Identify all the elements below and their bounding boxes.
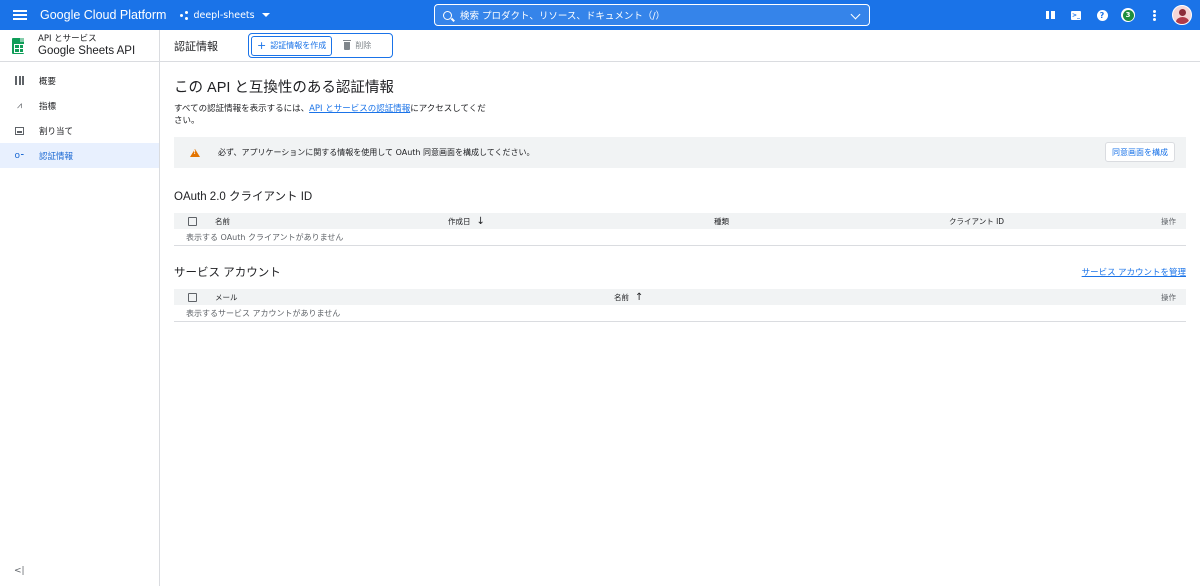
top-app-bar: Google Cloud Platform deepl-sheets 検索 プロ… — [0, 0, 1200, 30]
more-options-icon[interactable] — [1146, 7, 1162, 23]
delete-label: 削除 — [355, 41, 372, 50]
warning-banner: 必ず、アプリケーションに関する情報を使用して OAuth 同意画面を構成してくだ… — [174, 137, 1186, 168]
sort-up-icon: ↑ — [635, 292, 644, 303]
select-all-checkbox[interactable] — [188, 292, 197, 302]
search-input[interactable]: 検索 プロダクト、リソース、ドキュメント（/） — [434, 4, 870, 26]
desc-text-pre: すべての認証情報を表示するには、 — [174, 104, 310, 114]
sort-down-icon: ↓ — [476, 216, 485, 227]
cloud-shell-icon[interactable]: >_ — [1068, 7, 1084, 23]
column-email[interactable]: メール — [215, 292, 238, 303]
warning-icon — [190, 148, 200, 157]
collapse-sidebar-icon[interactable]: <| — [14, 566, 25, 576]
select-all-checkbox[interactable] — [188, 216, 197, 226]
warning-text: 必ず、アプリケーションに関する情報を使用して OAuth 同意画面を構成してくだ… — [218, 148, 535, 157]
api-category: API とサービス — [38, 33, 97, 44]
api-name: Google Sheets API — [38, 44, 136, 57]
manage-service-accounts-link[interactable]: サービス アカウントを管理 — [1082, 266, 1186, 278]
trash-icon — [343, 39, 352, 50]
dashboard-icon — [14, 76, 25, 85]
create-credentials-label: 認証情報を作成 — [270, 41, 327, 50]
table-empty-message: 表示する OAuth クライアントがありません — [174, 229, 1186, 246]
search-expand-icon[interactable] — [850, 9, 861, 20]
sidebar-item-label: 指標 — [39, 101, 57, 112]
configure-consent-button[interactable]: 同意画面を構成 — [1105, 142, 1175, 162]
menu-icon[interactable] — [0, 0, 40, 30]
help-icon[interactable]: ? — [1094, 7, 1110, 23]
avatar[interactable] — [1172, 5, 1192, 25]
create-credentials-button[interactable]: + 認証情報を作成 — [251, 35, 333, 56]
table-header: 名前 作成日 ↓ 種類 クライアント ID 操作 — [174, 213, 1186, 229]
service-account-table: メール 名前 ↑ 操作 表示するサービス アカウントがありません — [174, 289, 1186, 322]
gift-icon[interactable] — [1042, 7, 1058, 23]
api-header: API とサービス Google Sheets API — [0, 30, 159, 62]
header-actions: + 認証情報を作成 削除 — [248, 33, 393, 58]
service-title-text: サービス アカウント — [174, 267, 281, 279]
column-client-id[interactable]: クライアント ID — [949, 216, 1004, 227]
sidebar: API とサービス Google Sheets API 概要 ⩘ 指標 割り当て… — [0, 30, 160, 586]
metrics-icon: ⩘ — [16, 100, 23, 111]
oauth-table: 名前 作成日 ↓ 種類 クライアント ID 操作 表示する OAuth クライアン… — [174, 213, 1186, 246]
service-account-section-title: サービス アカウント サービス アカウントを管理 — [174, 264, 1186, 280]
page-header: 認証情報 + 認証情報を作成 削除 — [160, 30, 1200, 62]
sidebar-item-label: 割り当て — [39, 126, 74, 137]
sidebar-item-metrics[interactable]: ⩘ 指標 — [0, 93, 159, 118]
sidebar-item-credentials[interactable]: o⁃ 認証情報 — [0, 143, 159, 168]
column-actions: 操作 — [1161, 293, 1176, 302]
main-content: この API と互換性のある認証情報 すべての認証情報を表示するには、API と… — [174, 62, 1186, 322]
delete-button[interactable]: 削除 — [343, 39, 372, 51]
column-name[interactable]: 名前 ↑ — [614, 292, 643, 303]
credentials-link[interactable]: API とサービスの認証情報 — [309, 104, 410, 114]
plus-icon: + — [257, 39, 267, 52]
column-actions: 操作 — [1161, 217, 1176, 226]
project-icon — [180, 10, 189, 20]
search-placeholder: 検索 プロダクト、リソース、ドキュメント（/） — [460, 11, 666, 22]
sidebar-item-overview[interactable]: 概要 — [0, 68, 159, 93]
sidebar-item-label: 認証情報 — [39, 151, 74, 162]
column-name[interactable]: 名前 — [215, 216, 230, 227]
section-description: すべての認証情報を表示するには、API とサービスの認証情報にアクセスしてくださ… — [174, 103, 494, 127]
table-header: メール 名前 ↑ 操作 — [174, 289, 1186, 305]
quota-icon — [14, 126, 25, 135]
oauth-section-title: OAuth 2.0 クライアント ID — [174, 188, 1186, 204]
oauth-title-text: OAuth 2.0 クライアント ID — [174, 191, 313, 203]
sheets-icon — [12, 37, 24, 54]
column-created[interactable]: 作成日 ↓ — [448, 216, 485, 227]
sidebar-item-label: 概要 — [39, 76, 57, 87]
page-title: 認証情報 — [174, 39, 218, 53]
search-icon — [443, 10, 452, 20]
notifications-badge[interactable]: 3 — [1120, 7, 1136, 23]
section-heading: この API と互換性のある認証情報 — [174, 80, 394, 96]
brand-title[interactable]: Google Cloud Platform — [40, 8, 166, 22]
chevron-down-icon — [261, 13, 270, 17]
column-type[interactable]: 種類 — [714, 216, 729, 227]
table-empty-message: 表示するサービス アカウントがありません — [174, 305, 1186, 322]
project-name: deepl-sheets — [193, 9, 255, 21]
project-selector[interactable]: deepl-sheets — [180, 9, 270, 21]
key-icon: o⁃ — [14, 150, 25, 161]
sidebar-item-quota[interactable]: 割り当て — [0, 118, 159, 143]
